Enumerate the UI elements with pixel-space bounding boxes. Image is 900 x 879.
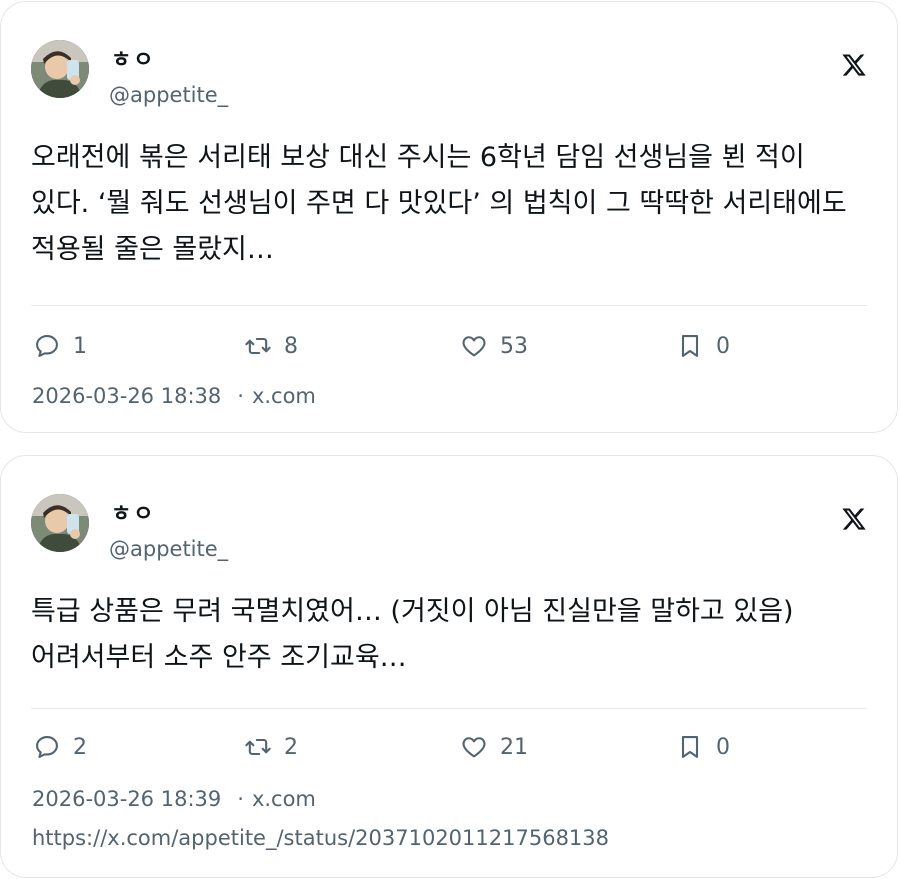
source-link[interactable]: x.com <box>252 787 316 811</box>
author-handle[interactable]: @appetite_ <box>109 537 228 561</box>
meta-separator: · <box>237 384 244 408</box>
bookmark-icon <box>681 335 699 357</box>
retweet-count: 2 <box>284 734 298 760</box>
like-button[interactable]: 53 <box>460 332 528 360</box>
x-logo-icon[interactable] <box>841 506 867 532</box>
tweet-card[interactable]: ㅎㅇ @appetite_ 오래전에 볶은 서리태 보상 대신 주시는 6학년 … <box>0 1 898 433</box>
tweet-text: 오래전에 볶은 서리태 보상 대신 주시는 6학년 담임 선생님을 뵌 적이 있… <box>31 142 856 265</box>
heart-icon <box>462 336 486 357</box>
reply-icon <box>36 736 58 758</box>
heart-icon <box>462 737 486 758</box>
reply-icon <box>36 335 58 357</box>
retweet-button[interactable]: 8 <box>244 332 298 360</box>
divider <box>31 708 867 709</box>
retweet-icon <box>245 337 271 355</box>
tweet-actions: 2 2 21 0 <box>1 733 897 765</box>
source-link[interactable]: x.com <box>252 384 316 408</box>
bookmark-count: 0 <box>716 734 730 760</box>
retweet-button[interactable]: 2 <box>244 733 298 761</box>
like-count: 53 <box>500 333 528 359</box>
like-count: 21 <box>500 734 528 760</box>
meta-separator: · <box>237 787 244 811</box>
divider <box>31 305 867 306</box>
reply-count: 2 <box>73 734 87 760</box>
reply-button[interactable]: 1 <box>33 332 87 360</box>
bookmark-button[interactable]: 0 <box>676 332 730 360</box>
author-handle[interactable]: @appetite_ <box>109 83 228 107</box>
retweet-icon <box>245 738 271 756</box>
bookmark-button[interactable]: 0 <box>676 733 730 761</box>
tweet-actions: 1 8 53 0 <box>1 332 897 364</box>
timestamp[interactable]: 2026-03-26 18:38 <box>32 384 221 408</box>
tweet-meta: 2026-03-26 18:38 · x.com <box>32 384 316 408</box>
avatar[interactable] <box>31 494 89 552</box>
tweet-text: 특급 상품은 무려 국멸치였어… (거짓이 아님 진실만을 말하고 있음) 어려… <box>31 596 803 673</box>
bookmark-icon <box>681 736 699 758</box>
timestamp[interactable]: 2026-03-26 18:39 <box>32 787 221 811</box>
avatar[interactable] <box>31 40 89 98</box>
reply-count: 1 <box>73 333 87 359</box>
bookmark-count: 0 <box>716 333 730 359</box>
author-name[interactable]: ㅎㅇ <box>111 42 155 74</box>
tweet-card[interactable]: ㅎㅇ @appetite_ 특급 상품은 무려 국멸치였어… (거짓이 아님 진… <box>0 455 898 878</box>
reply-button[interactable]: 2 <box>33 733 87 761</box>
like-button[interactable]: 21 <box>460 733 528 761</box>
status-url[interactable]: https://x.com/appetite_/status/203710201… <box>32 826 609 850</box>
author-name[interactable]: ㅎㅇ <box>111 496 155 528</box>
retweet-count: 8 <box>284 333 298 359</box>
x-logo-icon[interactable] <box>841 52 867 78</box>
tweet-meta: 2026-03-26 18:39 · x.com <box>32 787 316 811</box>
